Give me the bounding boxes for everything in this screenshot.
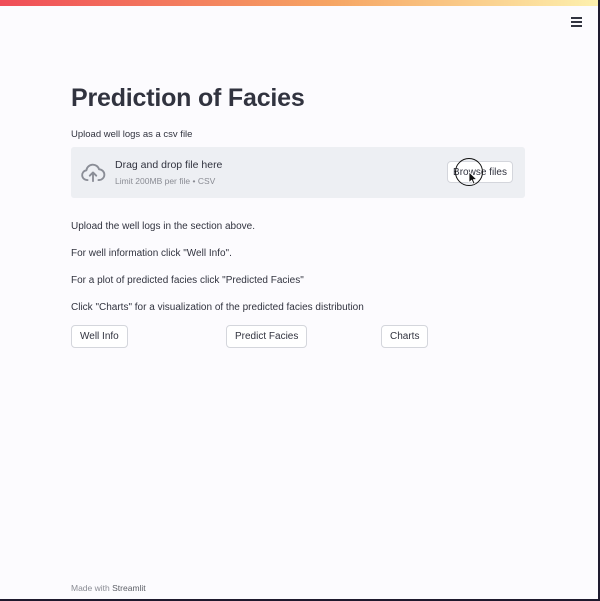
menu-bar-line: [571, 17, 582, 19]
instruction-upload: Upload the well logs in the section abov…: [71, 221, 256, 232]
dropzone-instructions: Drag and drop file here: [115, 159, 223, 171]
footer-prefix: Made with: [71, 583, 110, 593]
header-accent-bar: [0, 0, 598, 6]
well-info-button[interactable]: Well Info: [71, 325, 128, 348]
page-title: Prediction of Facies: [71, 84, 305, 112]
instruction-predicted-facies: For a plot of predicted facies click "Pr…: [71, 275, 304, 286]
file-uploader-label: Upload well logs as a csv file: [71, 129, 193, 140]
streamlit-link[interactable]: Streamlit: [112, 583, 146, 593]
browse-files-button[interactable]: Browse files: [447, 161, 513, 183]
hamburger-menu-icon[interactable]: [568, 14, 586, 30]
menu-bar-line: [571, 21, 582, 23]
predict-facies-button[interactable]: Predict Facies: [226, 325, 308, 348]
charts-button[interactable]: Charts: [381, 325, 429, 348]
footer: Made with Streamlit: [71, 583, 146, 593]
file-dropzone[interactable]: Drag and drop file here Limit 200MB per …: [71, 147, 525, 198]
app-window: Prediction of Facies Upload well logs as…: [0, 0, 600, 601]
cloud-upload-icon: [81, 163, 106, 183]
menu-bar-line: [571, 25, 582, 27]
instruction-well-info: For well information click "Well Info".: [71, 248, 232, 259]
instruction-charts: Click "Charts" for a visualization of th…: [71, 302, 364, 313]
dropzone-file-limit: Limit 200MB per file • CSV: [115, 176, 216, 186]
